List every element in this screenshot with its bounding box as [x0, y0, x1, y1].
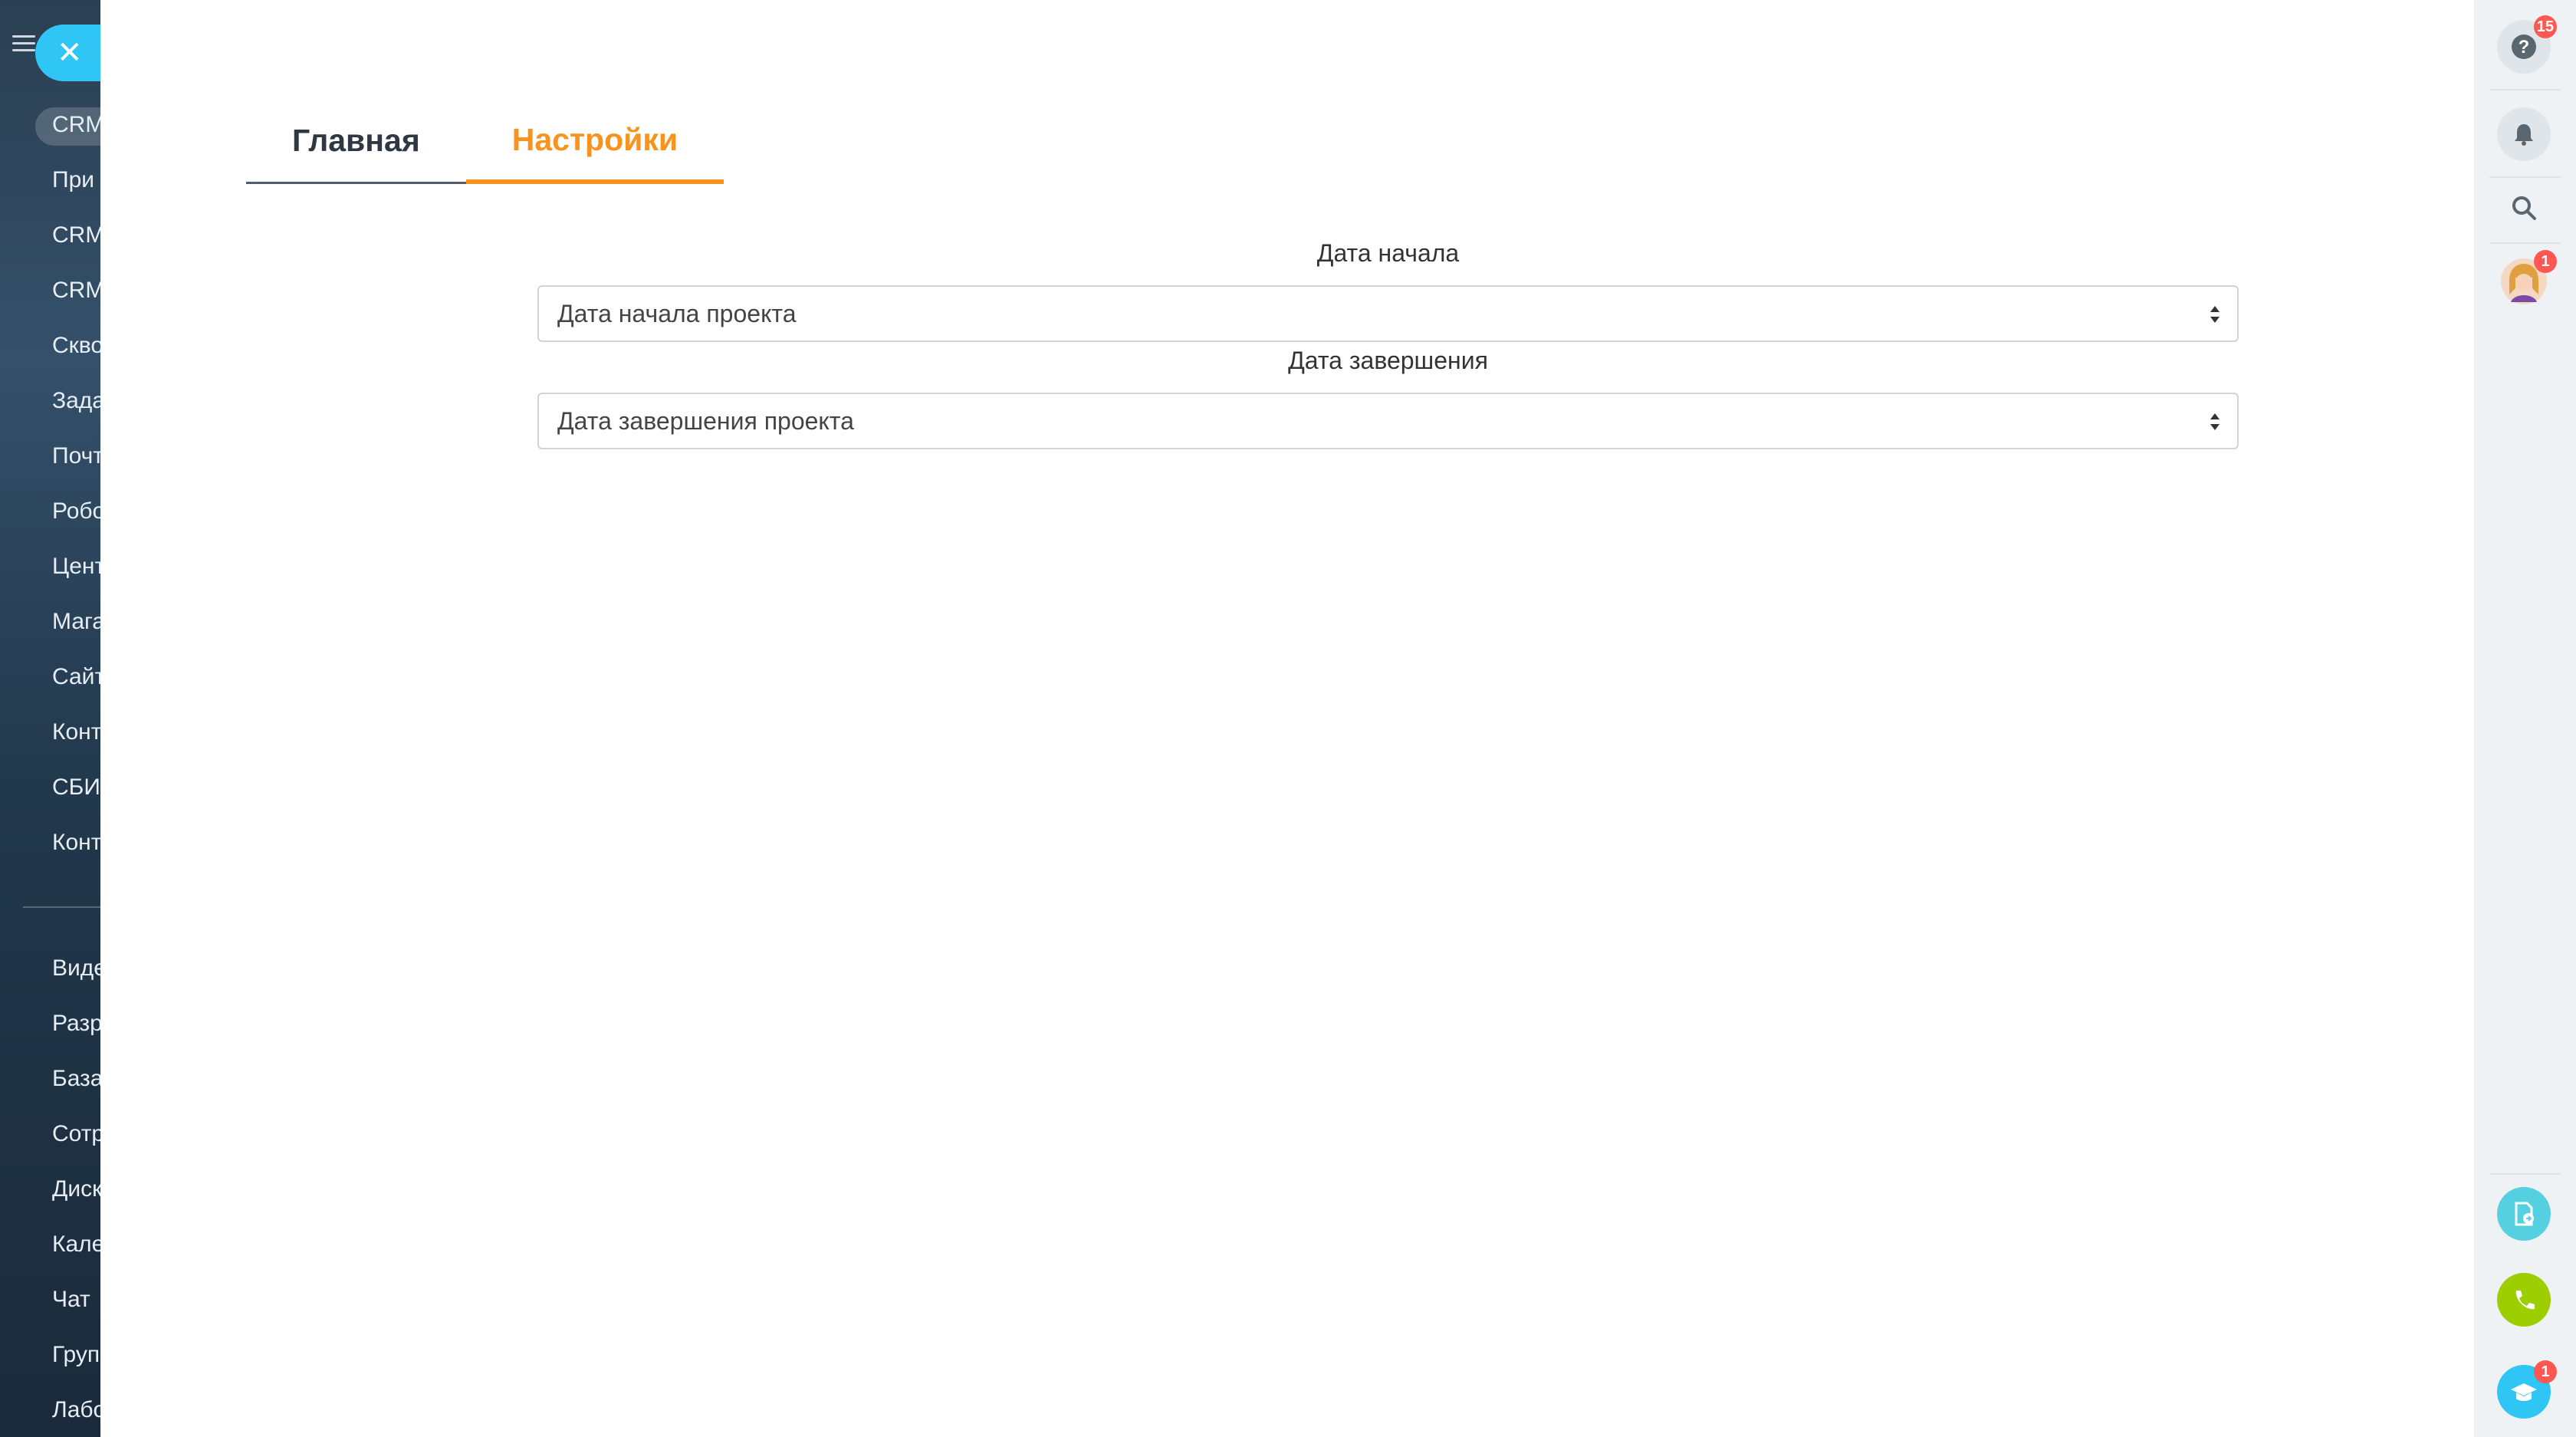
sidebar-item[interactable]: Почт: [52, 443, 100, 469]
sidebar-item[interactable]: Кале: [52, 1231, 100, 1258]
document-share-icon: [2515, 1202, 2534, 1226]
education-badge: 1: [2534, 1360, 2557, 1383]
sidebar-item[interactable]: Лабо: [52, 1397, 100, 1423]
slider-panel: Главная Настройки Дата начала Дата начал…: [100, 0, 2474, 1437]
sidebar-item[interactable]: Конт: [52, 719, 100, 745]
svg-text:?: ?: [2518, 37, 2530, 58]
sidebar-item[interactable]: CRM: [52, 278, 100, 304]
select-arrows-icon: [2210, 306, 2220, 323]
sidebar-divider: [23, 906, 100, 908]
sidebar-item[interactable]: CRM: [52, 112, 100, 138]
sidebar-item[interactable]: Конт: [52, 830, 100, 856]
start-date-label: Дата начала: [1316, 239, 1460, 267]
sidebar-item[interactable]: Груп: [52, 1342, 100, 1368]
sidebar-item[interactable]: База: [52, 1066, 100, 1092]
sidebar-item[interactable]: Чат: [52, 1287, 90, 1313]
search-button[interactable]: [2497, 181, 2551, 235]
tab-main[interactable]: Главная: [246, 100, 466, 184]
sidebar-item[interactable]: Мага: [52, 609, 100, 635]
start-date-select[interactable]: Дата начала проекта: [537, 285, 2239, 342]
help-icon: ?: [2512, 35, 2536, 59]
sidebar-item[interactable]: СБИ: [52, 774, 100, 801]
help-badge: 15: [2533, 15, 2557, 38]
background-sidebar: CRM При CRM CRM Скво Зада Почт Робо Цент…: [0, 0, 100, 1437]
sidebar-item[interactable]: При: [52, 167, 94, 193]
end-date-label: Дата завершения: [1288, 347, 1488, 374]
tab-bar: Главная Настройки: [246, 100, 724, 186]
end-date-select[interactable]: Дата завершения проекта: [537, 393, 2239, 449]
sidebar-item[interactable]: Сотр: [52, 1121, 100, 1147]
select-arrows-icon: [2210, 413, 2220, 430]
sidebar-item[interactable]: Сайт: [52, 664, 100, 690]
rail-divider: [2489, 1173, 2561, 1175]
bell-icon: [2515, 124, 2533, 146]
phone-button[interactable]: [2497, 1273, 2551, 1327]
close-icon: ✕: [57, 36, 83, 70]
sidebar-item[interactable]: Скво: [52, 333, 100, 359]
tab-settings[interactable]: Настройки: [465, 100, 724, 184]
rail-divider: [2489, 176, 2561, 178]
sidebar-item[interactable]: Диск: [52, 1176, 100, 1202]
start-date-select-value: Дата начала проекта: [557, 299, 797, 327]
search-icon: [2512, 196, 2536, 220]
help-button[interactable]: ? 15: [2497, 15, 2557, 74]
hamburger-menu-icon[interactable]: [12, 35, 35, 54]
sidebar-item[interactable]: Виде: [52, 955, 100, 982]
document-share-button[interactable]: [2497, 1187, 2551, 1241]
end-date-select-value: Дата завершения проекта: [557, 406, 854, 435]
sidebar-item[interactable]: Цент: [52, 554, 100, 580]
right-rail: ? 15 1 1: [2474, 0, 2576, 1437]
graduation-cap-icon: [2511, 1383, 2537, 1401]
sidebar-item[interactable]: Зада: [52, 388, 100, 414]
phone-icon: [2515, 1291, 2535, 1310]
avatar-badge: 1: [2534, 250, 2557, 273]
user-avatar-button[interactable]: 1: [2497, 250, 2557, 308]
rail-divider: [2489, 89, 2561, 90]
sidebar-item[interactable]: Робо: [52, 498, 100, 524]
rail-divider: [2489, 242, 2561, 244]
sidebar-item[interactable]: Разр: [52, 1011, 100, 1037]
notifications-button[interactable]: [2497, 107, 2551, 161]
education-button[interactable]: 1: [2497, 1360, 2557, 1419]
sidebar-item[interactable]: CRM: [52, 222, 100, 248]
